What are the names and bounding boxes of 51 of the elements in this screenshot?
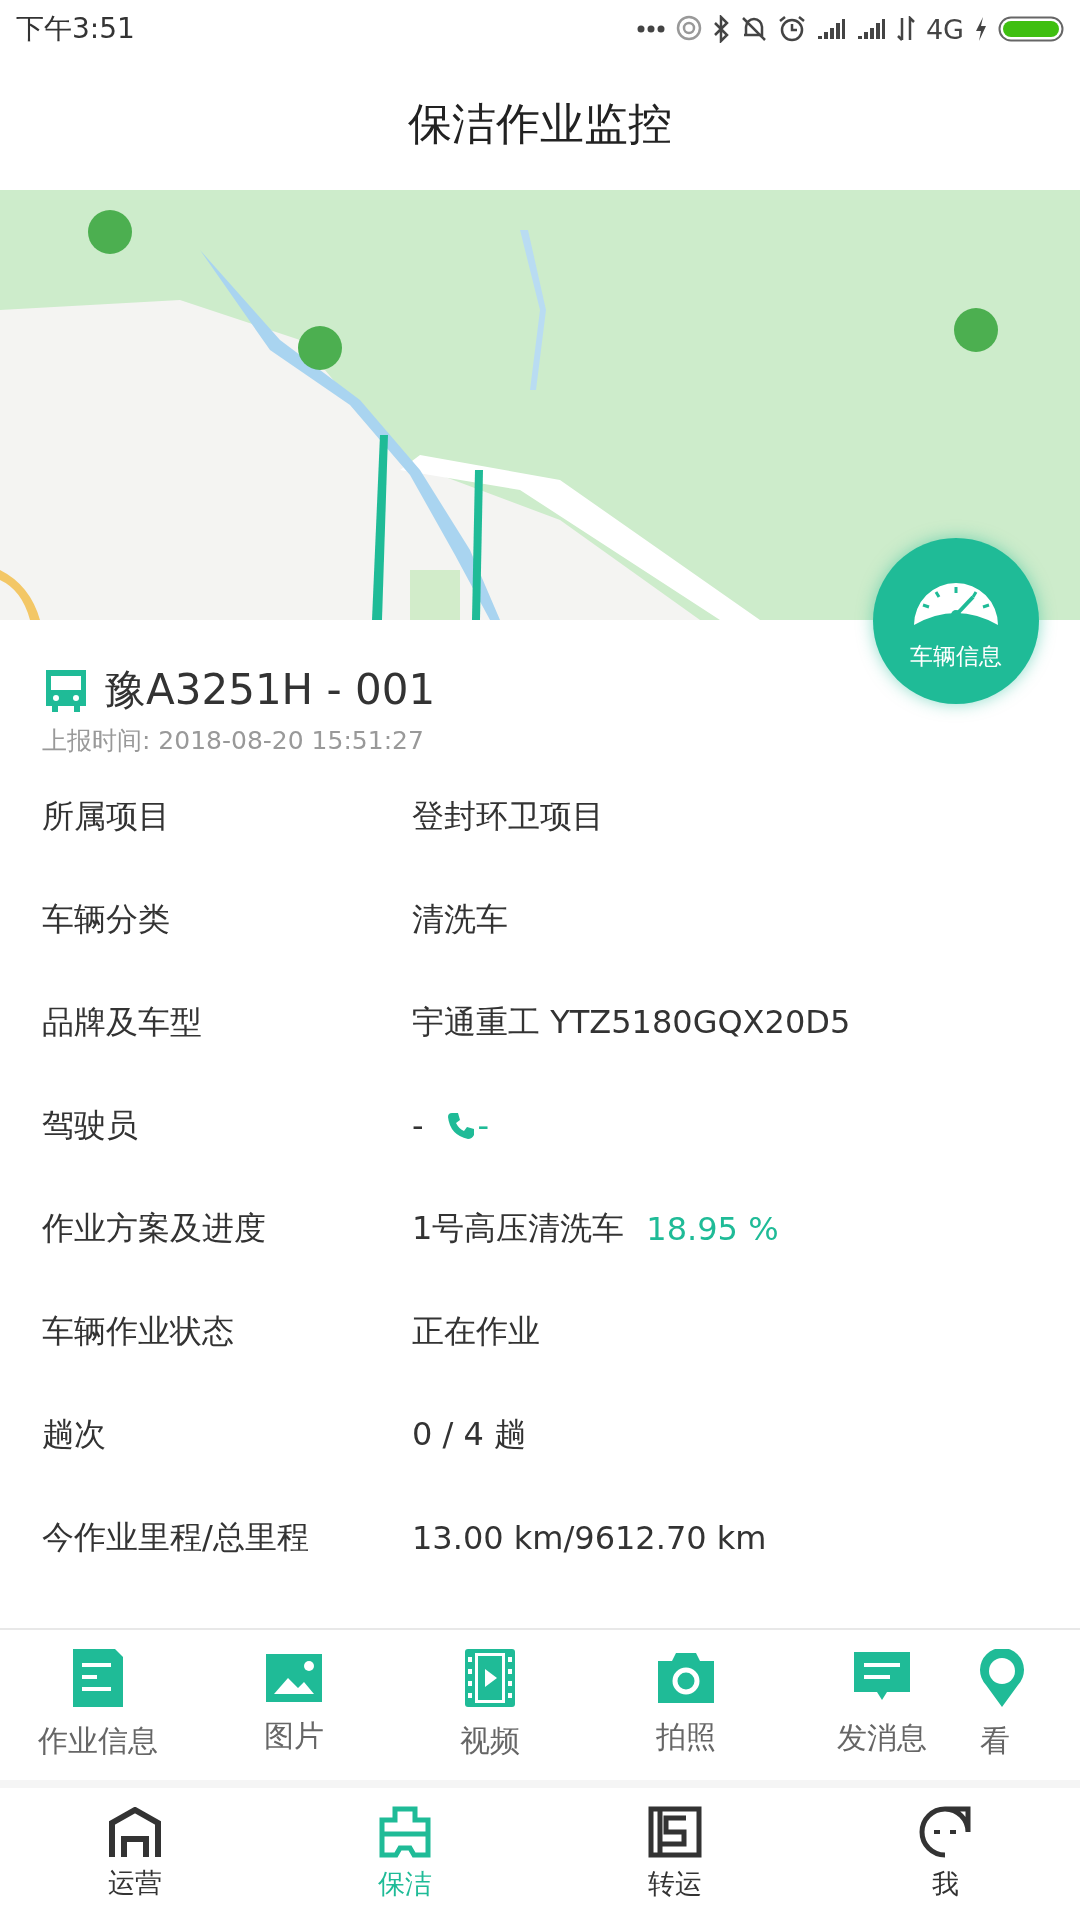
action-button[interactable]: 视频	[392, 1630, 588, 1780]
nav-tab[interactable]: 转运	[540, 1788, 810, 1920]
progress-percent: 18.95 %	[646, 1209, 779, 1248]
detail-value: 13.00 km/9612.70 km	[412, 1518, 767, 1557]
pin-icon	[980, 1648, 1024, 1707]
cleaning-icon	[378, 1806, 432, 1858]
alarm-icon	[777, 15, 806, 43]
detail-label: 作业方案及进度	[42, 1207, 267, 1249]
signal-icon	[855, 17, 886, 41]
detail-label: 趟次	[42, 1413, 107, 1455]
charging-icon	[974, 16, 988, 42]
detail-value: 宇通重工 YTZ5180GQX20D5	[412, 1001, 851, 1043]
camera-icon	[658, 1652, 714, 1703]
detail-label: 所属项目	[42, 795, 171, 837]
action-button[interactable]: 看	[980, 1630, 1020, 1780]
battery-icon	[998, 16, 1064, 42]
action-button[interactable]: 发消息	[784, 1630, 980, 1780]
detail-value: 0 / 4 趟	[412, 1413, 526, 1455]
report-time: 上报时间: 2018-08-20 15:51:27	[42, 725, 425, 757]
mute-icon	[739, 15, 768, 43]
detail-label: 车辆分类	[42, 898, 171, 940]
phone-icon	[445, 1110, 476, 1141]
status-time: 下午3:51	[16, 11, 135, 47]
detail-value: -	[412, 1106, 424, 1145]
data-arrows-icon	[895, 16, 916, 42]
detail-label: 驾驶员	[42, 1104, 139, 1146]
house-icon	[108, 1807, 162, 1857]
image-icon	[266, 1653, 322, 1702]
detail-value: 清洗车	[412, 898, 508, 940]
detail-value: 登封环卫项目	[412, 795, 604, 837]
vehicle-plate: 豫A3251H - 001	[104, 664, 436, 716]
detail-label: 车辆作业状态	[42, 1310, 235, 1352]
detail-value: 正在作业	[412, 1310, 540, 1352]
network-type: 4G	[925, 13, 964, 45]
nav-tab[interactable]: 运营	[0, 1788, 270, 1920]
page-title: 保洁作业监控	[408, 96, 672, 151]
more-icon	[635, 24, 666, 34]
hotspot-icon	[675, 15, 702, 43]
bluetooth-icon	[711, 15, 730, 43]
nav-tab[interactable]: 我	[810, 1788, 1080, 1920]
detail-value: 1号高压清洗车	[412, 1207, 625, 1249]
transfer-icon	[648, 1806, 702, 1858]
action-button[interactable]: 拍照	[588, 1630, 784, 1780]
signal-icon	[815, 17, 846, 41]
video-icon	[465, 1648, 515, 1707]
action-button[interactable]: 作业信息	[0, 1630, 196, 1780]
action-button[interactable]: 图片	[196, 1630, 392, 1780]
detail-label: 品牌及车型	[42, 1001, 203, 1043]
document-icon	[73, 1648, 123, 1707]
detail-label: 今作业里程/总里程	[42, 1516, 310, 1558]
face-icon	[918, 1806, 972, 1858]
